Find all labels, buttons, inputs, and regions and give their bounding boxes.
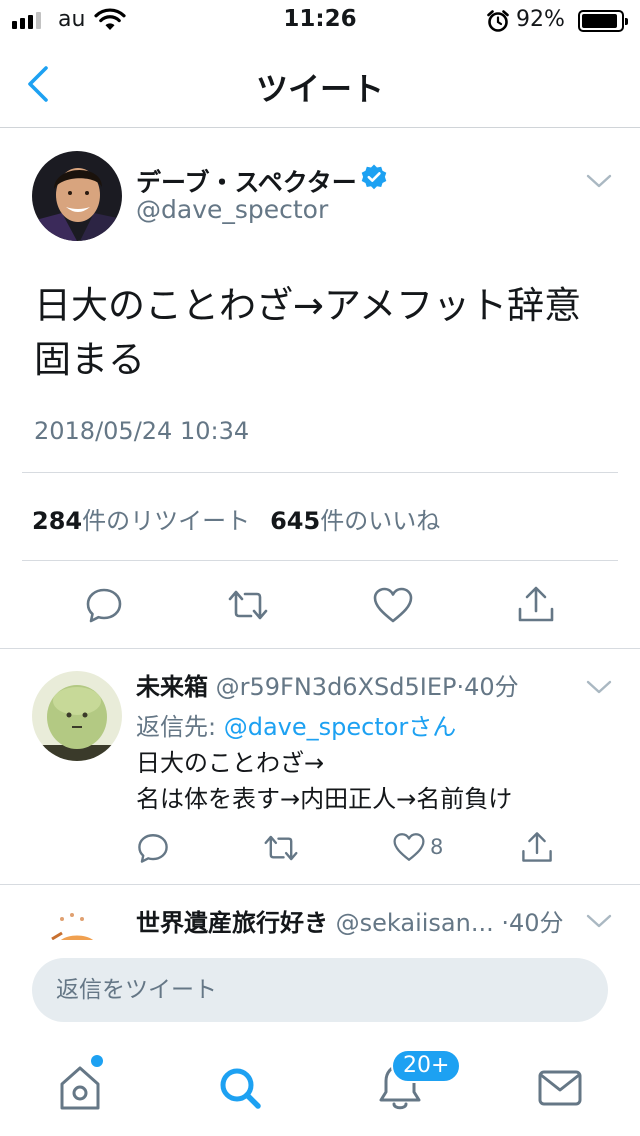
like-count-link[interactable]: 645件のいいね	[270, 501, 440, 536]
reply-like-count: 8	[430, 835, 444, 859]
reply-avatar[interactable]	[32, 671, 122, 761]
home-unread-dot	[91, 1055, 103, 1067]
alarm-icon	[487, 10, 509, 32]
like-count: 645	[270, 507, 321, 535]
chevron-down-icon[interactable]	[586, 913, 612, 929]
status-bar: au 11:26 92%	[0, 0, 640, 40]
reply-avatar[interactable]	[32, 909, 122, 940]
reply-to-link[interactable]: @dave_spectorさん	[224, 713, 457, 741]
chevron-down-icon[interactable]	[586, 679, 612, 695]
reply-icon[interactable]	[84, 585, 124, 625]
tweet-timestamp: 2018/05/24 10:34	[34, 417, 250, 445]
reply-tweet[interactable]: 未来箱 @r59FN3d6XSd5IEP·40分 返信先: @dave_spec…	[0, 648, 640, 884]
reply-text: 日大のことわざ→ 名は体を表す→内田正人→名前負け	[136, 745, 512, 817]
tweet-stats: 284件のリツイート 645件のいいね	[32, 501, 440, 536]
tweet-actions	[0, 581, 640, 631]
verified-badge-icon	[361, 164, 387, 190]
reply-author-handle[interactable]: @sekaiisan...	[336, 909, 494, 937]
page-title: ツイート	[255, 70, 384, 108]
like-heart-icon[interactable]	[372, 585, 414, 625]
like-heart-icon[interactable]	[392, 831, 426, 863]
retweet-label: 件のリツイート	[82, 507, 251, 535]
battery-fill	[582, 14, 617, 28]
divider	[22, 472, 618, 473]
share-icon[interactable]	[520, 829, 554, 865]
reply-input[interactable]	[32, 958, 608, 1022]
retweet-count: 284	[32, 507, 83, 535]
reply-header: 未来箱 @r59FN3d6XSd5IEP·40分	[136, 667, 519, 702]
battery-icon	[578, 10, 628, 32]
reply-to-line: 返信先: @dave_spectorさん	[136, 707, 456, 742]
reply-time: ·40分	[501, 909, 564, 937]
author-handle[interactable]: @dave_spector	[136, 195, 328, 224]
reply-author-name[interactable]: 世界遺産旅行好き	[136, 909, 328, 937]
divider	[22, 560, 618, 561]
share-icon[interactable]	[516, 583, 556, 625]
author-name[interactable]: デーブ・スペクター	[136, 163, 357, 199]
battery-percentage: 92%	[516, 7, 565, 32]
reply-author-handle[interactable]: @r59FN3d6XSd5IEP	[216, 673, 457, 701]
home-icon[interactable]	[50, 1060, 110, 1116]
search-icon[interactable]	[210, 1060, 270, 1116]
navigation-bar: ツイート	[0, 40, 640, 128]
reply-header: 世界遺産旅行好き @sekaiisan... ·40分	[136, 903, 564, 938]
messages-icon[interactable]	[530, 1060, 590, 1116]
tweet-text: 日大のことわざ→アメフット辞意固まる	[34, 284, 582, 381]
retweet-icon[interactable]	[262, 831, 300, 865]
reply-composer	[0, 940, 640, 1026]
reply-author-name[interactable]: 未来箱	[136, 673, 208, 701]
chevron-down-icon[interactable]	[586, 173, 612, 189]
reply-time: ·40分	[456, 673, 519, 701]
notifications-badge: 20+	[391, 1049, 462, 1083]
reply-tweet[interactable]: 世界遺産旅行好き @sekaiisan... ·40分	[0, 884, 640, 940]
retweet-count-link[interactable]: 284件のリツイート	[32, 501, 250, 536]
reply-icon[interactable]	[136, 831, 170, 865]
author-avatar[interactable]	[32, 151, 122, 241]
like-label: 件のいいね	[320, 507, 441, 535]
retweet-icon[interactable]	[226, 585, 270, 625]
reply-actions: 8	[0, 829, 640, 869]
reply-to-prefix: 返信先:	[136, 713, 224, 741]
reply-text-line: 日大のことわざ→	[136, 749, 325, 777]
reply-text-line: 名は体を表す→内田正人→名前負け	[136, 785, 513, 813]
